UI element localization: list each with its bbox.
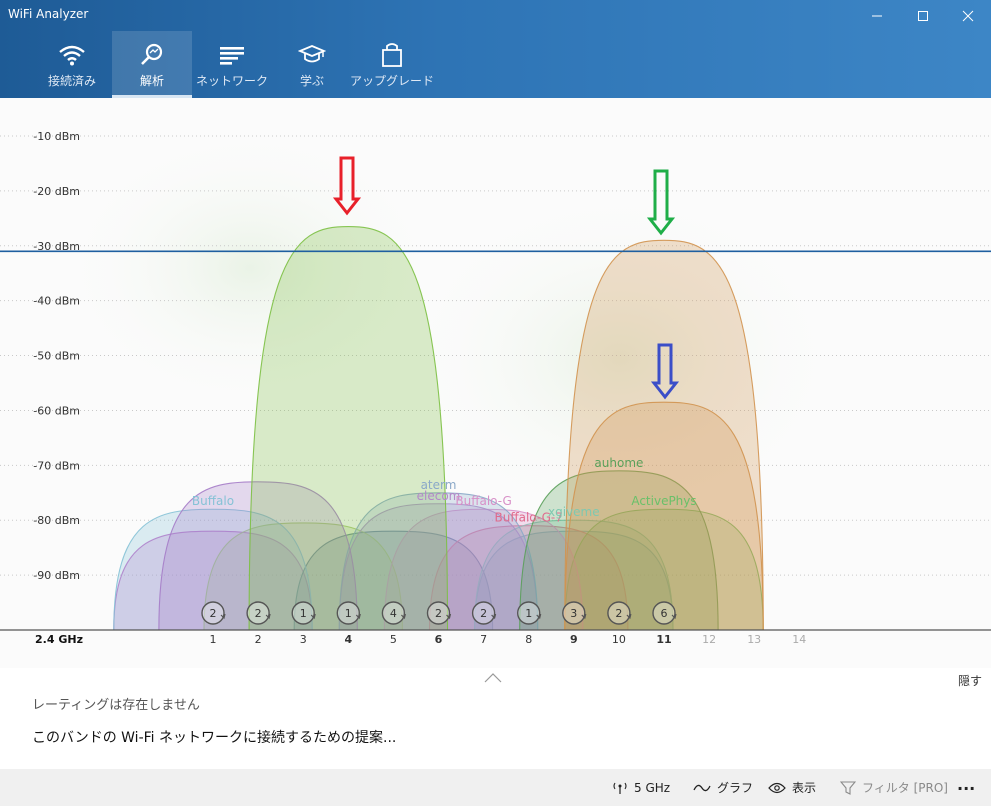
y-tick-label: -10 dBm [33,130,80,143]
channel-count-badge[interactable]: 2 [246,601,271,625]
band-5ghz-label: 5 GHz [634,780,671,795]
network-list-icon [217,42,247,68]
minimize-icon [872,15,882,17]
channel-count-value: 2 [480,607,487,620]
hide-button[interactable]: 隠す [958,672,982,689]
maximize-button[interactable] [900,0,946,32]
channel-count-value: 1 [345,607,352,620]
nav-upgrade[interactable]: アップグレード [350,31,435,98]
rating-text: レーティングは存在しません [32,698,200,713]
channel-count-badge[interactable]: 3 [562,601,587,625]
graph-button[interactable]: グラフ [693,769,753,806]
window-title: WiFi Analyzer [8,7,89,21]
x-tick-label: 5 [390,633,397,646]
y-axis-labels: -10 dBm-20 dBm-30 dBm-40 dBm-50 dBm-60 d… [33,130,80,582]
channel-count-badge[interactable]: 2 [201,601,226,625]
channel-count-badge[interactable]: 1 [336,601,361,625]
network-label: Buffalo [192,494,234,508]
channel-count-value: 4 [390,607,397,620]
x-tick-label: 3 [300,633,307,646]
band-label: 2.4 GHz [35,633,83,646]
graph-label: グラフ [717,781,754,795]
shopping-bag-icon [377,42,407,68]
nav-learn[interactable]: 学ぶ [272,31,352,98]
x-tick-label: 10 [612,633,626,646]
x-tick-label: 2 [255,633,262,646]
channel-count-badge[interactable]: 2 [426,601,452,625]
channel-count-value: 2 [255,607,262,620]
channel-count-value: 2 [435,607,442,620]
nav-analyze[interactable]: 解析 [112,31,192,98]
filter-label: フィルタ [PRO] [862,781,948,795]
nav-learn-label: 学ぶ [299,74,324,88]
header-bar: WiFi Analyzer 接続済み 解析 ネットワーク 学ぶ アップグレード [0,0,991,98]
graph-wave-icon [693,782,711,794]
x-tick-label: 12 [702,633,716,646]
x-tick-label: 11 [656,633,671,646]
x-axis-labels: 1 2 3 4 5 6 7 8 9 10 11 12 13 14 [210,633,807,646]
x-tick-label: 4 [344,633,352,646]
channel-count-badge[interactable]: 2 [471,601,497,625]
network-label: auhome [594,456,643,470]
nav-upgrade-label: アップグレード [350,74,435,88]
app-window: WiFi Analyzer 接続済み 解析 ネットワーク 学ぶ アップグレード … [0,0,991,806]
channel-count-badge[interactable]: 1 [517,601,542,625]
network-label: ActivePhys [631,494,696,508]
x-tick-label: 1 [210,633,217,646]
channel-count-badge[interactable]: 2 [607,601,632,625]
network-curve[interactable] [564,239,764,631]
y-tick-label: -50 dBm [33,350,80,363]
channel-count-value: 2 [210,607,217,620]
nav-networks-label: ネットワーク [195,74,268,88]
graduation-cap-icon [297,42,327,68]
network-label: Buffalo-G [455,494,511,508]
channel-count-value: 3 [570,607,577,620]
filter-button[interactable]: フィルタ [PRO] [840,769,948,806]
analyze-icon [137,42,167,68]
channel-chart: -10 dBm-20 dBm-30 dBm-40 dBm-50 dBm-60 d… [0,98,991,668]
view-label: 表示 [792,781,817,795]
nav-analyze-label: 解析 [139,74,164,88]
network-curve[interactable] [248,226,449,631]
y-tick-label: -80 dBm [33,514,80,527]
network-label: xgiveme [548,505,600,519]
nav-connected-label: 接続済み [47,74,96,88]
y-tick-label: -70 dBm [33,459,80,472]
y-tick-label: -40 dBm [33,295,80,308]
x-tick-label: 14 [792,633,806,646]
band-5ghz-button[interactable]: 5 GHz [612,769,670,806]
nav-connected[interactable]: 接続済み [32,31,112,98]
x-tick-label: 13 [747,633,761,646]
channel-count-value: 1 [300,607,307,620]
x-tick-label: 7 [480,633,487,646]
chevron-up-icon [484,673,502,683]
close-button[interactable] [945,0,991,32]
minimize-button[interactable] [854,0,900,32]
channel-count-value: 1 [525,607,532,620]
collapse-chevron-button[interactable] [483,670,503,684]
channel-count-badge[interactable]: 6 [652,601,677,625]
channel-count-badge[interactable]: 4 [381,601,406,625]
channel-count-value: 6 [661,607,668,620]
y-tick-label: -90 dBm [33,569,80,582]
network-label: elecom [417,489,461,503]
y-tick-label: -20 dBm [33,185,80,198]
view-button[interactable]: 表示 [768,769,816,806]
bottom-command-bar: 5 GHz グラフ 表示 フィルタ [PRO] ... [0,769,991,806]
suggestion-link[interactable]: このバンドの Wi-Fi ネットワークに接続するための提案... [32,727,396,747]
x-tick-label: 9 [570,633,578,646]
channel-count-value: 2 [615,607,622,620]
channel-count-badge[interactable]: 1 [291,601,316,625]
x-tick-label: 8 [525,633,532,646]
maximize-icon [918,11,928,21]
antenna-icon [612,781,628,795]
wifi-icon [57,42,87,68]
x-tick-label: 6 [435,633,443,646]
y-tick-label: -60 dBm [33,404,80,417]
close-icon [962,10,974,22]
nav-networks[interactable]: ネットワーク [192,31,272,98]
more-options-button[interactable]: ... [957,766,975,803]
filter-icon [840,780,856,795]
eye-icon [768,782,786,794]
